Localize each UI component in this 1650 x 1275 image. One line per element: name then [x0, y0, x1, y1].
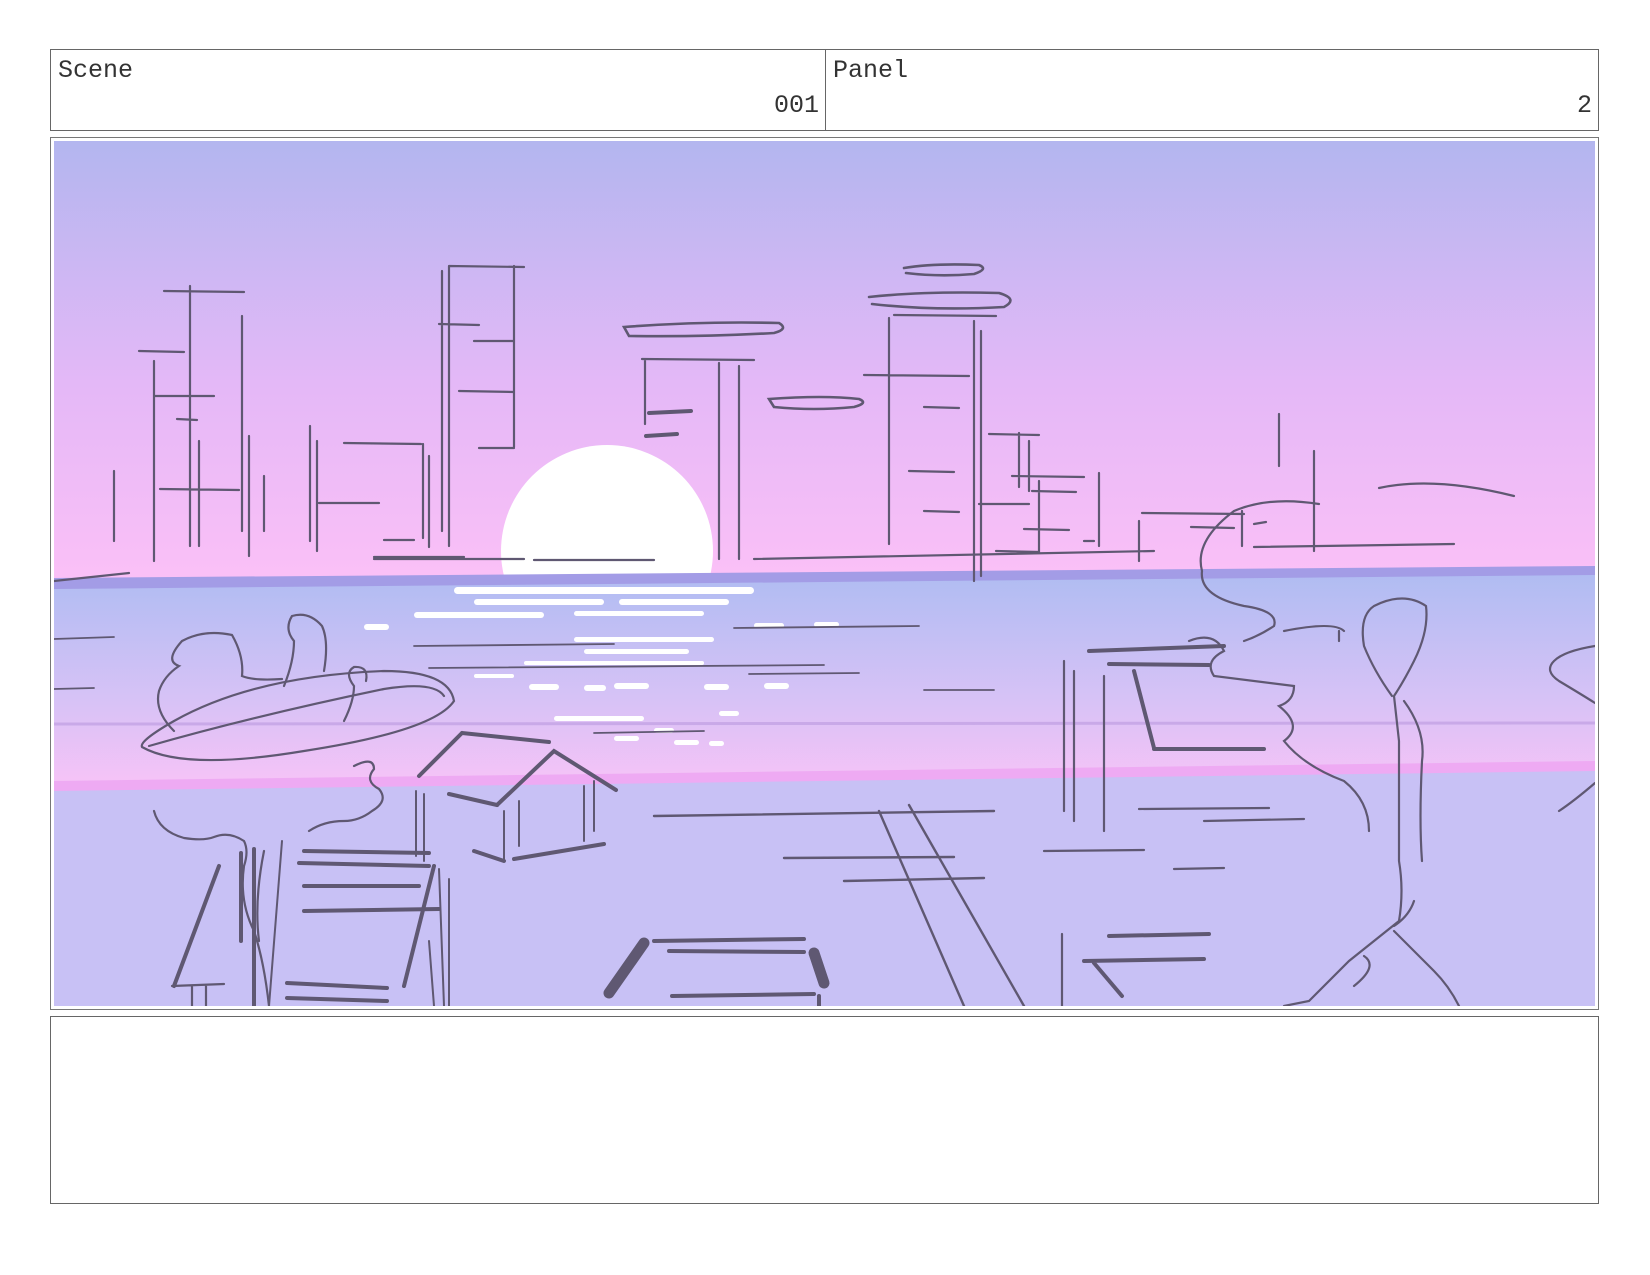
water: [54, 568, 1595, 789]
storyboard-frame: [50, 137, 1599, 1010]
panel-header: Scene 001 Panel 2: [50, 49, 1599, 131]
panel-cell: Panel 2: [826, 50, 1598, 130]
scene-number: 001: [773, 91, 819, 120]
panel-number: 2: [1576, 91, 1592, 120]
scene-label: Scene: [58, 56, 134, 85]
scene-cell: Scene 001: [51, 50, 826, 130]
sky: [54, 141, 1595, 581]
panel-label: Panel: [833, 56, 909, 85]
notes-box[interactable]: [50, 1016, 1599, 1204]
storyboard-drawing: [54, 141, 1595, 1006]
